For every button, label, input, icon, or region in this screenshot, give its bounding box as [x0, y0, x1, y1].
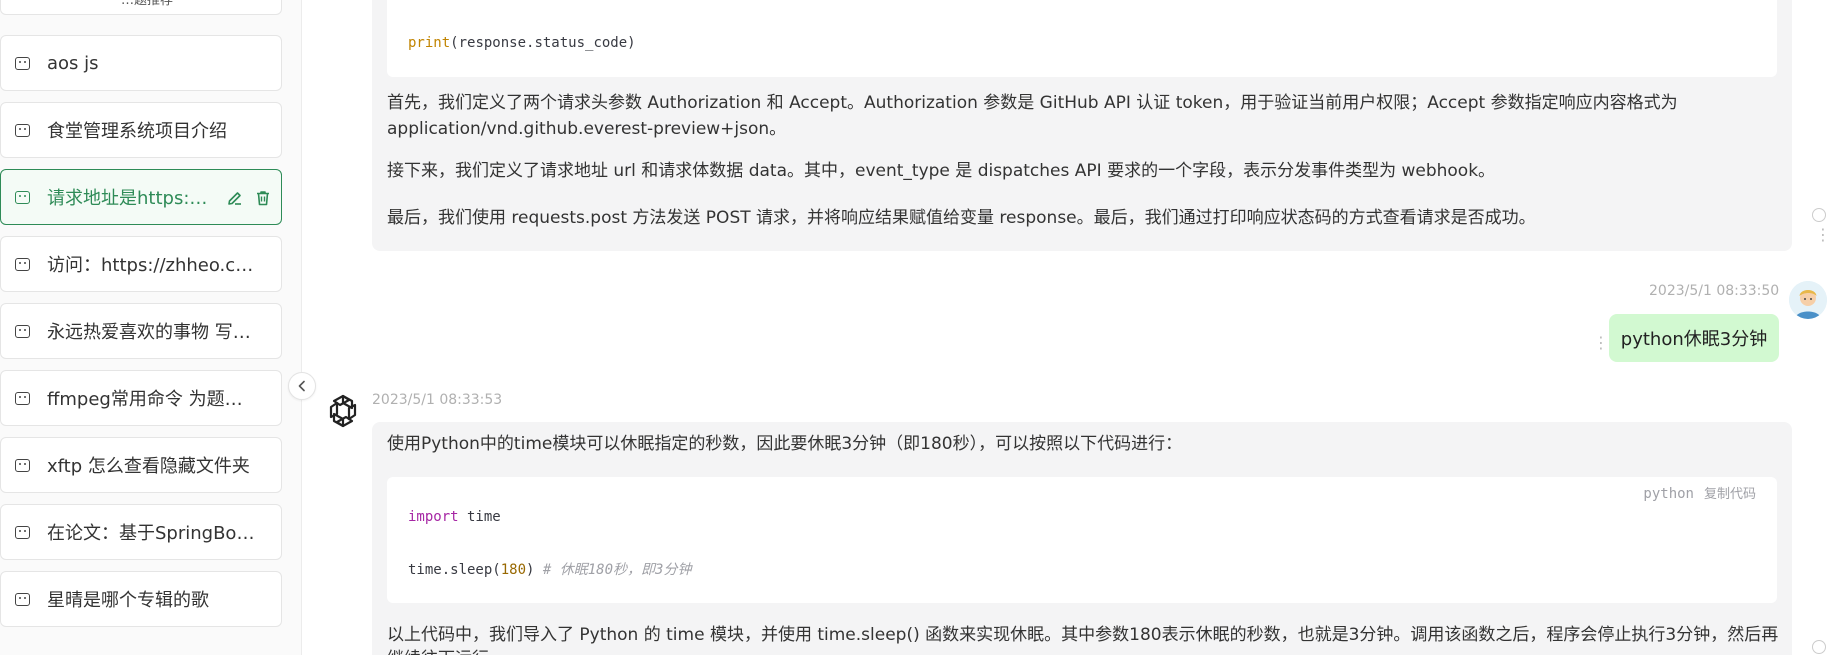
more-icon[interactable]: ⋮ [1593, 335, 1609, 351]
code-line: import time [408, 509, 501, 525]
message-paragraph: 接下来，我们定义了请求地址 url 和请求体数据 data。其中，event_t… [387, 161, 1496, 181]
user-message: python休眠3分钟 [1609, 314, 1779, 362]
chat-bubble-icon [15, 56, 30, 70]
code-block: python 复制代码 import time time.sleep(180) #… [387, 477, 1777, 603]
refresh-icon[interactable] [1812, 208, 1826, 222]
openai-logo-icon [324, 392, 362, 430]
delete-icon[interactable] [254, 189, 272, 207]
sidebar-item-label: 访问：https://zhheo.com/ [47, 255, 259, 276]
sidebar-item-label: xftp 怎么查看隐藏文件夹 [47, 456, 250, 477]
code-block: print(response.status_code) [387, 0, 1777, 77]
bot-message: 使用Python中的time模块可以休眠指定的秒数，因此要休眠3分钟（即180秒… [372, 422, 1792, 655]
code-language: python [1643, 486, 1694, 502]
sidebar-item-canteen[interactable]: 食堂管理系统项目介绍 [0, 102, 282, 158]
sidebar-item-active[interactable]: 请求地址是https://api.github.com/repos/zhheo/… [0, 169, 282, 225]
edit-icon[interactable] [226, 189, 244, 207]
sidebar-item-label: 在论文：基于SpringBoot的食堂管理系统 [47, 523, 259, 544]
message-paragraph: 使用Python中的time模块可以休眠指定的秒数，因此要休眠3分钟（即180秒… [387, 434, 1183, 454]
chat-bubble-icon [15, 592, 30, 606]
message-paragraph: 首先，我们定义了两个请求头参数 Authorization 和 Accept。A… [387, 93, 1678, 113]
sidebar-item-label: …题推荐 [121, 0, 174, 8]
sidebar: …题推荐 aos js 食堂管理系统项目介绍 请求地址是https://api.… [0, 0, 302, 655]
sidebar-item-label: 食堂管理系统项目介绍 [47, 121, 227, 142]
sidebar-item-love[interactable]: 永远热爱喜欢的事物 写有关这个题目的文章 [0, 303, 282, 359]
chat-bubble-icon [15, 391, 30, 405]
copy-code-button[interactable]: 复制代码 [1704, 487, 1756, 502]
message-timestamp: 2023/5/1 08:33:50 [1649, 283, 1780, 299]
code-line: print(response.status_code) [408, 35, 636, 51]
sidebar-item-label: 请求地址是https://api.github.com/repos/zhheo/… [47, 188, 212, 209]
code-header: python 复制代码 [1643, 483, 1756, 502]
message-paragraph: 最后，我们使用 requests.post 方法发送 POST 请求，并将响应结… [387, 208, 1536, 228]
collapse-sidebar-button[interactable] [288, 372, 316, 400]
user-avatar [1789, 281, 1827, 319]
chat-bubble-icon [15, 324, 30, 338]
chat-bubble-icon [15, 257, 30, 271]
more-icon[interactable]: ⋮ [1815, 227, 1831, 243]
bot-message: print(response.status_code) 首先，我们定义了两个请求… [372, 0, 1792, 251]
message-paragraph: application/vnd.github.everest-preview+j… [387, 119, 787, 139]
message-timestamp: 2023/5/1 08:33:53 [372, 392, 503, 408]
chat-bubble-icon [15, 525, 30, 539]
sidebar-item-xftp[interactable]: xftp 怎么查看隐藏文件夹 [0, 437, 282, 493]
chevron-left-icon [298, 380, 305, 392]
sidebar-item-springboot[interactable]: 在论文：基于SpringBoot的食堂管理系统 [0, 504, 282, 560]
sidebar-item-visit[interactable]: 访问：https://zhheo.com/ [0, 236, 282, 292]
message-paragraph: 以上代码中，我们导入了 Python 的 time 模块，并使用 time.sl… [387, 625, 1779, 645]
sidebar-item-label: 永远热爱喜欢的事物 写有关这个题目的文章 [47, 322, 259, 343]
chat-bubble-icon [15, 458, 30, 472]
chat-bubble-icon [15, 190, 30, 204]
refresh-icon[interactable] [1812, 640, 1826, 654]
sidebar-item-ffmpeg[interactable]: ffmpeg常用命令 为题写一篇文章 [0, 370, 282, 426]
sidebar-item-partial[interactable]: …题推荐 [0, 0, 282, 15]
sidebar-item-label: 星晴是哪个专辑的歌 [47, 590, 209, 611]
chat-bubble-icon [15, 123, 30, 137]
sidebar-item-label: aos js [47, 52, 99, 74]
sidebar-item-song[interactable]: 星晴是哪个专辑的歌 [0, 571, 282, 627]
code-line: time.sleep(180) # 休眠180秒，即3分钟 [408, 562, 692, 578]
sidebar-item-label: ffmpeg常用命令 为题写一篇文章 [47, 389, 259, 410]
sidebar-item-aos-js[interactable]: aos js [0, 35, 282, 91]
message-paragraph: 继续往下运行。 [387, 646, 506, 655]
